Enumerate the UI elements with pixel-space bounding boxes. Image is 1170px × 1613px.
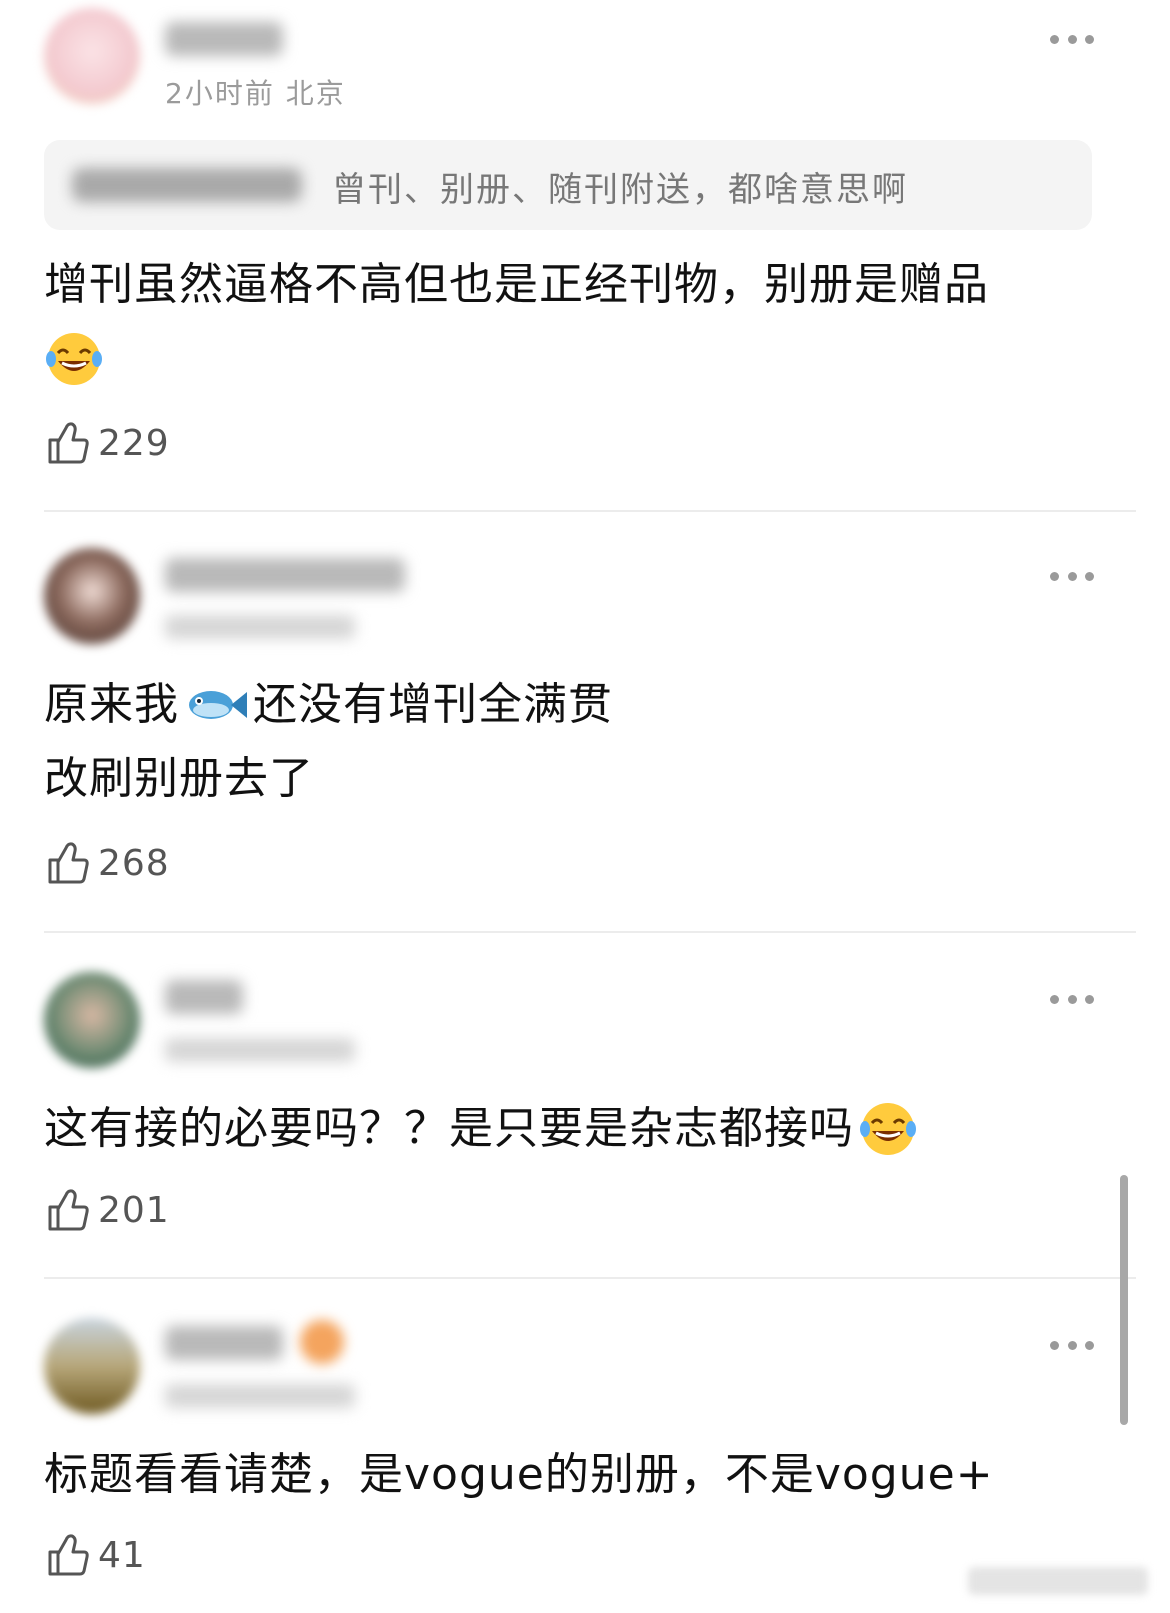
like-count: 268 <box>98 842 170 884</box>
like-button[interactable]: 268 <box>46 838 170 888</box>
more-button[interactable] <box>1050 993 1094 1005</box>
thumbs-up-icon <box>48 1189 89 1231</box>
meta-blurred <box>165 615 355 639</box>
comment-text: 标题看看请楚，是vogue的别册，不是vogue+ <box>44 1438 994 1512</box>
more-button[interactable] <box>1050 33 1094 45</box>
username-blurred[interactable] <box>165 980 243 1014</box>
avatar[interactable] <box>44 548 140 644</box>
more-dots-icon <box>1050 571 1059 581</box>
comment-line: 增刊虽然逼格不高但也是正经刊物，别册是赠品 <box>44 259 989 310</box>
thumbs-up-icon <box>48 422 89 464</box>
divider <box>44 931 1136 933</box>
comment-meta: 2小时前 北京 <box>165 77 346 110</box>
like-count: 41 <box>98 1534 146 1576</box>
quoted-username-blurred <box>72 168 302 202</box>
more-button[interactable] <box>1050 570 1094 582</box>
comment-text: 这有接的必要吗？？是只要是杂志都接吗 <box>44 1092 918 1166</box>
comment-line: 原来我 <box>44 679 179 730</box>
laughing-tears-emoji <box>860 1103 916 1155</box>
like-button[interactable]: 201 <box>46 1185 170 1235</box>
comment-text: 增刊虽然逼格不高但也是正经刊物，别册是赠品 <box>44 248 989 396</box>
like-button[interactable]: 229 <box>46 418 170 468</box>
like-button[interactable]: 41 <box>46 1530 146 1580</box>
divider <box>44 1277 1136 1279</box>
avatar[interactable] <box>44 8 140 104</box>
thumbs-up-icon <box>48 842 89 884</box>
comment-line: 还没有增刊全满贯 <box>253 679 613 730</box>
fish-emoji <box>189 691 247 719</box>
username-blurred[interactable] <box>165 558 405 592</box>
comment-text: 原来我 还没有增刊全满贯 改刷别册去了 <box>44 668 613 816</box>
quoted-text: 曾刊、别册、随刊附送，都啥意思啊 <box>332 170 908 210</box>
laughing-tears-emoji <box>46 333 102 385</box>
thumbs-up-icon <box>48 1534 89 1576</box>
more-dots-icon <box>1050 34 1059 44</box>
meta-blurred <box>165 1384 355 1408</box>
more-button[interactable] <box>1050 1339 1094 1351</box>
like-count: 229 <box>98 422 170 464</box>
comment-line: 改刷别册去了 <box>44 753 314 804</box>
username-blurred[interactable] <box>165 22 283 56</box>
more-dots-icon <box>1050 994 1059 1004</box>
comment-line: 标题看看请楚，是vogue的别册，不是vogue+ <box>44 1449 994 1500</box>
watermark-blurred <box>968 1567 1148 1595</box>
badge-blurred <box>300 1320 344 1364</box>
avatar[interactable] <box>44 972 140 1068</box>
avatar[interactable] <box>44 1318 140 1414</box>
username-blurred[interactable] <box>165 1326 283 1360</box>
scrollbar[interactable] <box>1120 1175 1128 1425</box>
more-dots-icon <box>1050 1340 1059 1350</box>
comment-line: 这有接的必要吗？？是只要是杂志都接吗 <box>44 1103 854 1154</box>
like-count: 201 <box>98 1189 170 1231</box>
divider <box>44 510 1136 512</box>
quoted-reply[interactable]: 曾刊、别册、随刊附送，都啥意思啊 <box>44 140 1092 230</box>
meta-blurred <box>165 1038 355 1062</box>
